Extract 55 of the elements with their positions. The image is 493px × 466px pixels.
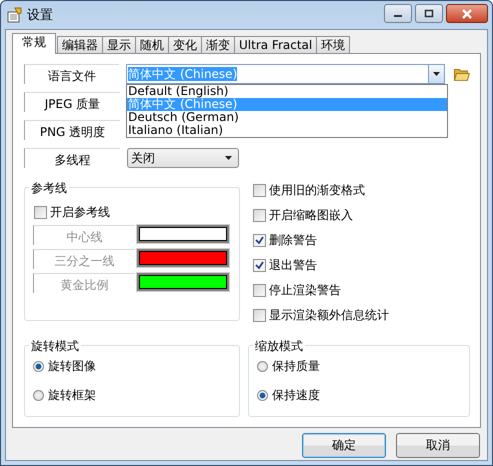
radio-label: 旋转图像 — [48, 358, 96, 375]
group-title: 缩放模式 — [253, 338, 306, 355]
radio-label: 保持速度 — [272, 387, 320, 404]
checkbox-label: 显示渲染额外信息统计 — [269, 307, 389, 324]
multithread-dropdown[interactable]: 关闭 — [127, 148, 239, 168]
tab[interactable]: 显示 — [102, 36, 136, 54]
field-label: PNG 透明度 — [24, 120, 120, 140]
ok-button[interactable]: 确定 — [302, 433, 386, 458]
folder-icon[interactable] — [454, 68, 470, 80]
radio-button[interactable] — [33, 390, 44, 402]
radio-button[interactable] — [257, 390, 268, 402]
checkbox[interactable] — [253, 234, 266, 247]
radio-label: 旋转框架 — [48, 387, 96, 404]
field-label: 语言文件 — [24, 64, 120, 84]
tab[interactable]: 随机 — [135, 36, 169, 54]
close-button[interactable] — [446, 4, 488, 23]
radio-button[interactable] — [257, 360, 268, 372]
maximize-button[interactable] — [415, 4, 443, 23]
minimize-button[interactable] — [384, 4, 412, 23]
checkbox-label: 停止渲染警告 — [269, 282, 341, 299]
window-title: 设置 — [27, 7, 53, 24]
field-label: 中心线 — [33, 225, 135, 245]
field-label: JPEG 质量 — [24, 92, 120, 112]
tab[interactable]: 渐变 — [201, 36, 235, 54]
tab[interactable]: 常规 — [12, 33, 56, 54]
checkbox-label: 开启参考线 — [50, 204, 110, 221]
settings-app-icon — [7, 7, 23, 23]
group-title: 旋转模式 — [29, 338, 81, 355]
maximize-icon — [424, 9, 434, 18]
group-title: 参考线 — [29, 180, 69, 197]
checkbox[interactable] — [253, 284, 266, 297]
field-label: 黄金比例 — [33, 273, 135, 293]
dropdown-option[interactable]: Italiano (Italian) — [127, 124, 448, 137]
dropdown-value: 简体中文 (Chinese) — [128, 66, 238, 80]
cancel-button[interactable]: 取消 — [396, 433, 480, 458]
dropdown-option[interactable]: Default (English) — [127, 85, 448, 98]
checkbox-label: 退出警告 — [269, 257, 317, 274]
checkbox-label: 使用旧的渐变格式 — [269, 182, 365, 199]
dropdown-option[interactable]: Deutsch (German) — [127, 111, 448, 124]
tab[interactable]: 变化 — [168, 36, 202, 54]
field-label: 多线程 — [24, 148, 120, 168]
radio-label: 保持质量 — [272, 358, 320, 375]
checkbox[interactable] — [253, 184, 266, 197]
checkbox[interactable] — [253, 259, 266, 272]
caret-icon — [225, 156, 232, 160]
checkbox[interactable] — [253, 309, 266, 322]
tab[interactable]: Ultra Fractal — [234, 36, 318, 54]
checkbox-label: 开启缩略图嵌入 — [269, 207, 353, 224]
radio-button[interactable] — [33, 360, 44, 372]
field-label: 三分之一线 — [33, 249, 135, 269]
checkbox-label: 删除警告 — [269, 232, 317, 249]
checkbox[interactable] — [253, 209, 266, 222]
tab[interactable]: 环境 — [316, 36, 350, 54]
tab[interactable]: 编辑器 — [57, 36, 103, 54]
close-icon — [461, 8, 473, 18]
